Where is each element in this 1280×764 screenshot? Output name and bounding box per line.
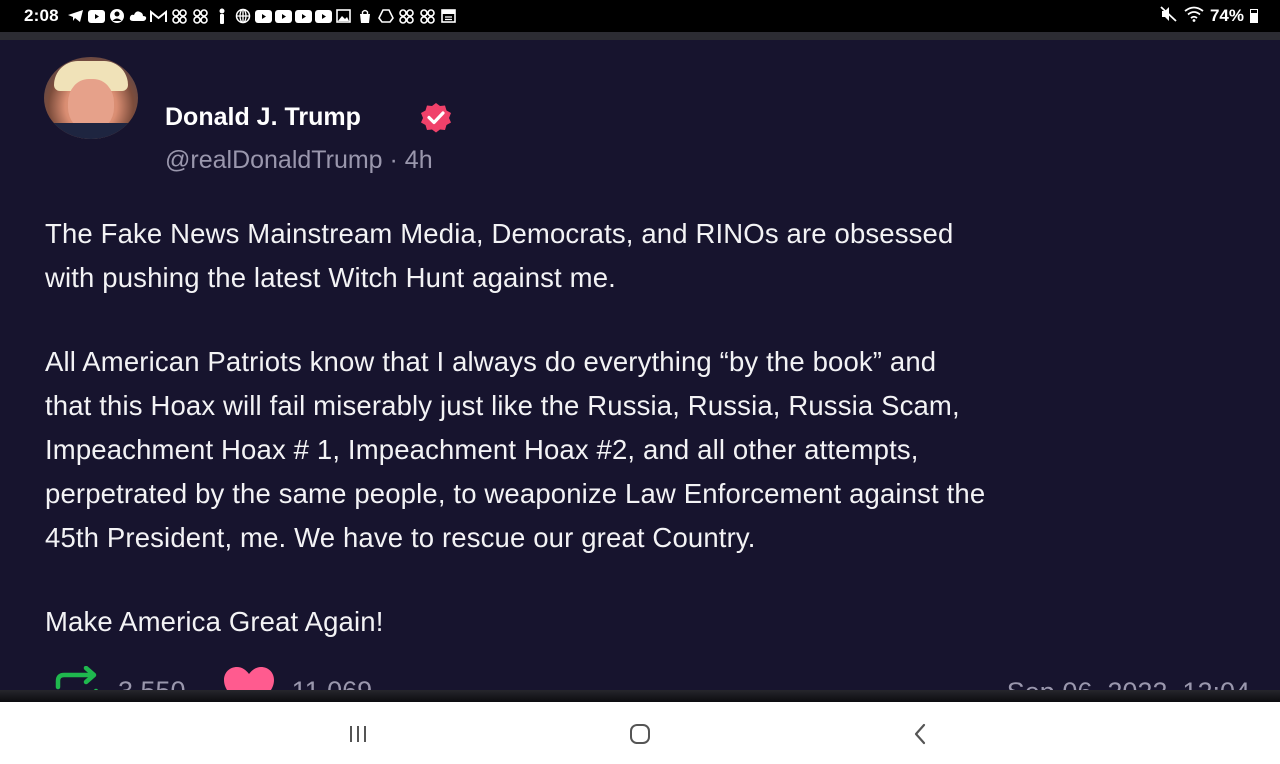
pinwheel-icon: [398, 8, 416, 24]
status-right: 74%: [1160, 5, 1258, 27]
bottom-divider: [0, 690, 1280, 702]
battery-percent: 74%: [1209, 6, 1244, 25]
account-icon: [108, 9, 126, 23]
battery-icon: [1250, 9, 1258, 23]
pinwheel-icon: [419, 8, 437, 24]
author-name[interactable]: Donald J. Trump: [165, 101, 361, 133]
pinwheel-icon: [192, 8, 210, 24]
globe-icon: [234, 8, 252, 24]
bag-icon: [356, 9, 374, 23]
post-body: The Fake News Mainstream Media, Democrat…: [45, 212, 1255, 644]
youtube-icon: [274, 9, 292, 23]
status-bar: 2:08 74%: [0, 0, 1280, 32]
post-paragraph: Make America Great Again!: [45, 606, 384, 637]
mute-icon: [1160, 5, 1178, 27]
post-paragraph: The Fake News Mainstream Media, Democrat…: [45, 218, 954, 293]
recent-apps-icon[interactable]: [336, 716, 380, 752]
drive-icon: [377, 9, 395, 23]
person-icon: [213, 8, 231, 24]
status-time: 2:08: [24, 6, 59, 25]
youtube-icon: [254, 9, 272, 23]
wifi-icon: [1184, 6, 1204, 27]
back-icon[interactable]: [898, 716, 942, 752]
avatar[interactable]: [44, 57, 138, 139]
navigation-bar: [0, 702, 1280, 764]
gmail-icon: [150, 9, 168, 23]
youtube-icon: [314, 9, 332, 23]
home-icon[interactable]: [618, 716, 662, 752]
youtube-icon: [294, 9, 312, 23]
telegram-icon: [67, 9, 85, 23]
youtube-icon: [87, 9, 105, 23]
gallery-icon: [335, 9, 353, 23]
cloud-icon: [129, 9, 147, 23]
verified-badge-icon: [418, 101, 454, 133]
truth-post: Donald J. Trump @realDonaldTrump · 4h Th…: [0, 40, 1280, 712]
post-paragraph: All American Patriots know that I always…: [45, 346, 986, 553]
calendar-icon: [440, 9, 458, 23]
notification-icons: [67, 7, 458, 25]
top-divider: [0, 32, 1280, 40]
pinwheel-icon: [171, 8, 189, 24]
handle-and-time: @realDonaldTrump · 4h: [165, 146, 433, 174]
